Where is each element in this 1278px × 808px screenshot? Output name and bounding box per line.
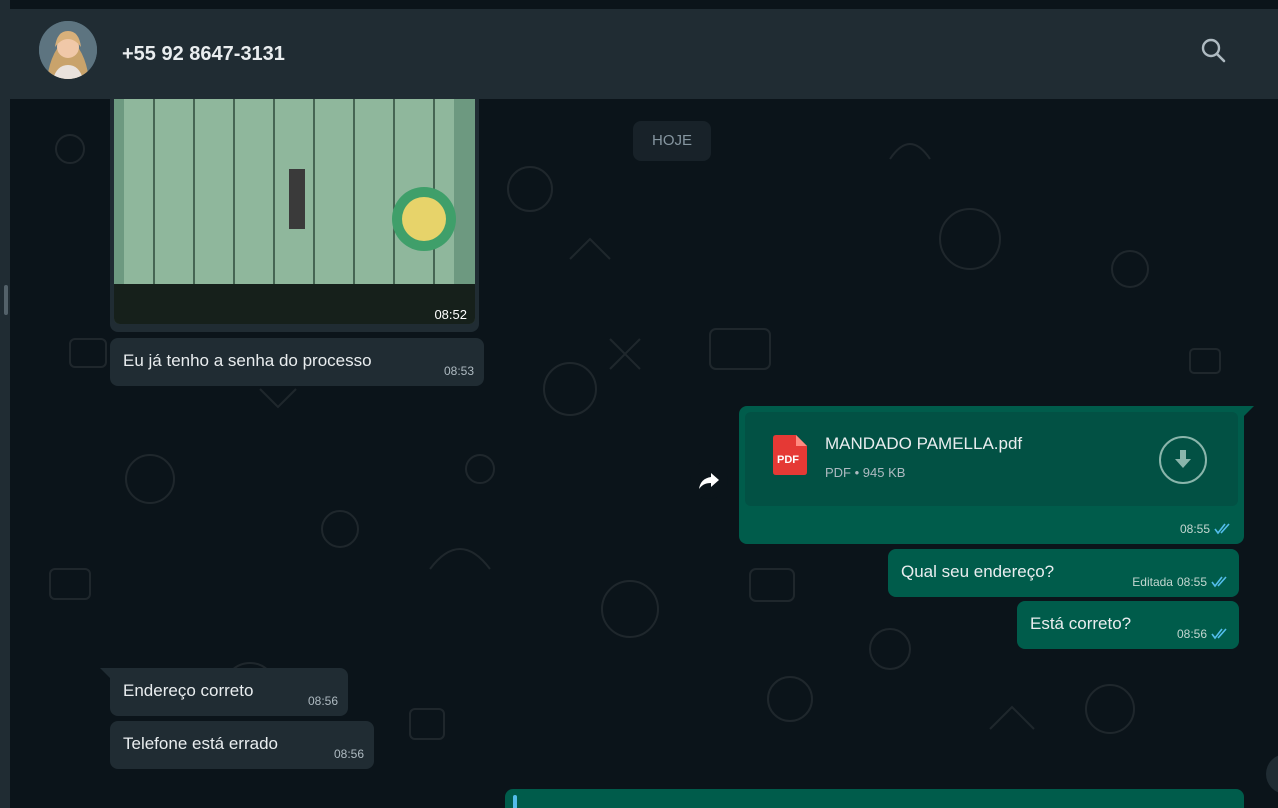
download-icon — [1175, 450, 1191, 468]
forward-icon — [699, 473, 719, 489]
document-photo — [114, 79, 475, 324]
message-time: 08:56 — [1176, 627, 1207, 641]
quote-bar — [513, 795, 517, 808]
window-edge — [0, 0, 10, 808]
read-check-icon — [1211, 628, 1227, 640]
contact-name[interactable]: +55 92 8647-3131 — [122, 43, 285, 66]
message-text: Eu já tenho a senha do processo — [123, 351, 372, 370]
incoming-message[interactable]: Eu já tenho a senha do processo 08:53 — [110, 338, 484, 386]
chat-panel: 08:52 HOJE Eu já tenho a senha do proces… — [10, 9, 1278, 808]
avatar-image — [39, 21, 97, 79]
message-time: 08:55 — [1179, 522, 1210, 536]
outgoing-message[interactable] — [505, 789, 1244, 808]
message-time: 08:56 — [333, 747, 364, 761]
document-info: PDF • 945 KB — [825, 465, 906, 480]
bubble-tail — [1244, 406, 1254, 416]
document-message[interactable]: PDF MANDADO PAMELLA.pdf PDF • 945 KB 08:… — [739, 406, 1254, 544]
message-time: 08:53 — [443, 364, 474, 378]
outgoing-message[interactable]: Está correto? 08:56 — [1017, 601, 1239, 649]
image-message[interactable]: 08:52 — [110, 79, 479, 332]
svg-text:PDF: PDF — [777, 454, 799, 466]
message-time: 08:56 — [307, 694, 338, 708]
forward-button[interactable] — [690, 461, 728, 499]
pdf-file-icon: PDF — [773, 435, 807, 475]
message-time: 08:55 — [1176, 575, 1207, 589]
date-separator: HOJE — [633, 121, 711, 161]
download-button[interactable] — [1159, 436, 1207, 484]
document-name: MANDADO PAMELLA.pdf — [825, 434, 1023, 453]
edited-label: Editada — [1132, 575, 1173, 589]
outgoing-message[interactable]: Qual seu endereço? Editada 08:55 — [888, 549, 1239, 597]
document-card[interactable]: PDF MANDADO PAMELLA.pdf PDF • 945 KB — [745, 412, 1238, 506]
chat-header: +55 92 8647-3131 — [10, 9, 1278, 99]
resize-handle[interactable] — [4, 285, 8, 315]
bubble-tail — [100, 668, 110, 678]
avatar[interactable] — [39, 21, 97, 79]
incoming-message[interactable]: Endereço correto 08:56 — [110, 668, 348, 716]
message-time: 08:52 — [434, 307, 467, 322]
message-text: Telefone está errado — [123, 734, 278, 753]
read-check-icon — [1211, 576, 1227, 588]
read-check-icon — [1214, 523, 1230, 535]
message-text: Endereço correto — [123, 681, 254, 700]
message-text: Está correto? — [1030, 614, 1132, 633]
incoming-message[interactable]: Telefone está errado 08:56 — [110, 721, 374, 769]
search-icon[interactable] — [1198, 35, 1230, 67]
message-text: Qual seu endereço? — [901, 562, 1055, 581]
